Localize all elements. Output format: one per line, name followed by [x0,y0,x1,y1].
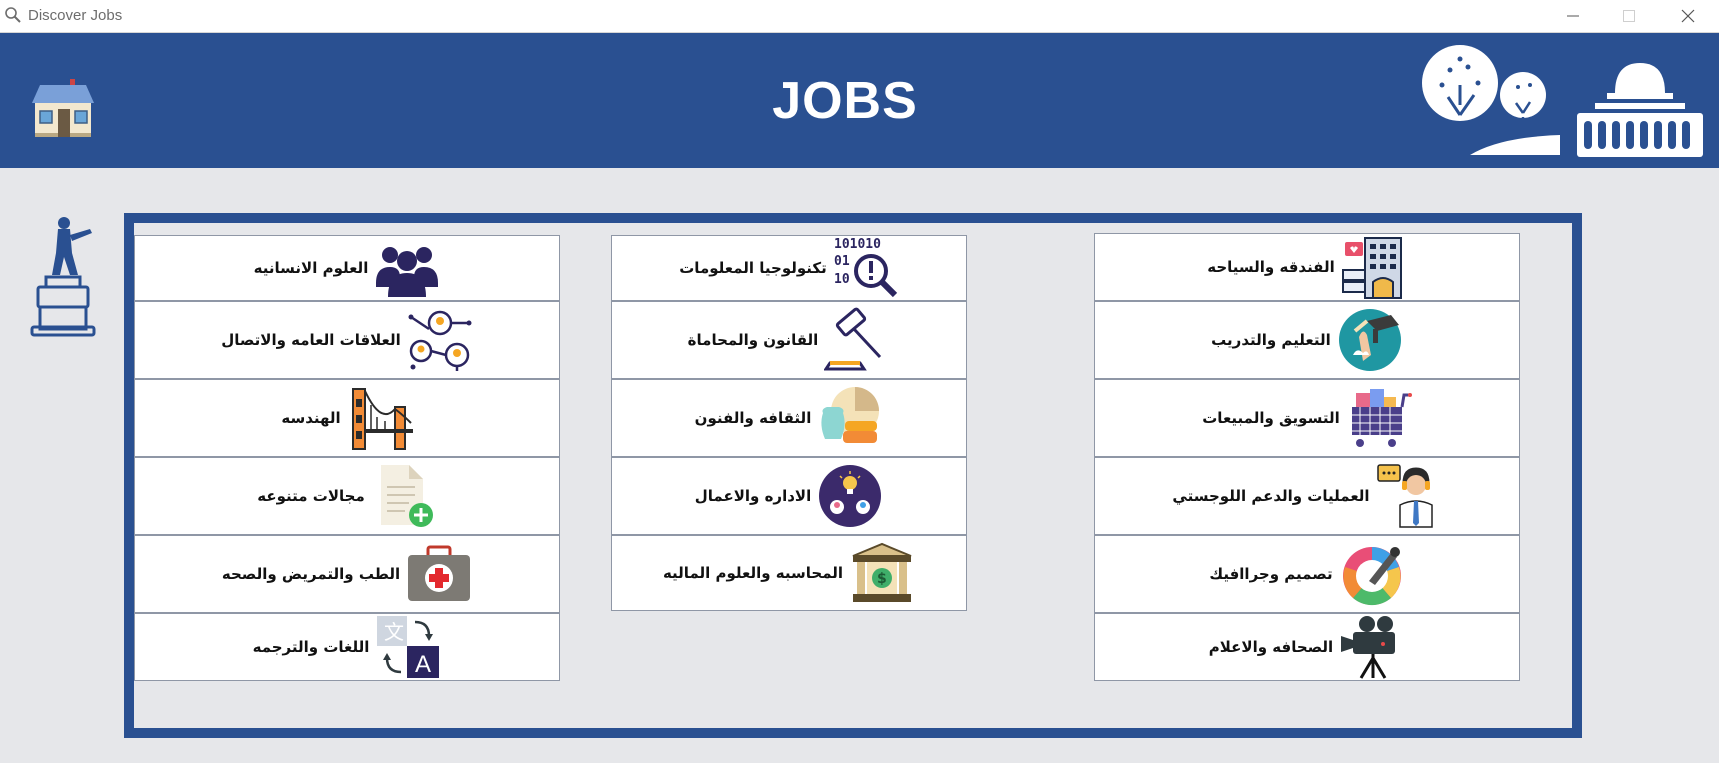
network-people-icon [408,310,472,371]
category-culture-arts[interactable]: الثقافه والفنون [611,379,967,457]
category-engineering[interactable]: الهندسه [134,379,560,457]
category-miscellaneous[interactable]: مجالات متنوعه [134,457,560,535]
first-aid-kit-icon [408,545,471,601]
category-medicine-health[interactable]: الطب والتمريض والصحه [134,535,560,613]
support-agent-icon [1376,464,1433,528]
statue-icon [26,215,98,351]
category-education-training[interactable]: التعليم والتدريب [1094,301,1520,379]
bridge-icon [351,388,413,450]
dome-of-the-rock-icon [1575,57,1705,161]
shopping-cart-icon [1351,389,1412,447]
people-group-icon [376,247,439,297]
category-information-technology[interactable]: تكنولوجيا المعلومات 101010 01 10 [611,235,967,301]
category-operations-logistics[interactable]: العمليات والدعم اللوجستي [1094,457,1520,535]
svg-text:A: A [415,651,431,678]
categories-frame: الفندقه والسياحه التعليم والتدريب التسوي… [124,213,1582,738]
svg-text:101010: 101010 [834,237,881,252]
svg-text:01: 01 [834,254,850,269]
business-idea-icon [819,465,882,527]
close-button[interactable] [1660,0,1716,32]
svg-text:文: 文 [384,620,404,644]
pottery-icon [821,387,880,443]
translate-icon: 文 A [377,616,440,678]
trees-icon [1420,45,1560,159]
category-design-graphics[interactable]: تصميم وجراافيك [1094,535,1520,613]
svg-text:$: $ [877,571,887,587]
color-wheel-icon [1342,547,1401,606]
category-marketing-sales[interactable]: التسويق والمبيعات [1094,379,1520,457]
magnifier-icon [4,6,22,28]
bank-icon: $ [852,542,912,602]
graduation-icon [1338,309,1401,371]
categories-grid: الفندقه والسياحه التعليم والتدريب التسوي… [134,223,1572,728]
category-management-business[interactable]: الاداره والاعمال [611,457,967,535]
category-public-relations[interactable]: العلاقات العامه والاتصال [134,301,560,379]
hotel-icon [1341,237,1402,299]
category-accounting-finance[interactable]: المحاسبه والعلوم الماليه $ [611,535,967,611]
category-law-advocacy[interactable]: القانون والمحاماة [611,301,967,379]
category-journalism-media[interactable]: الصحافه والاعلام [1094,613,1520,681]
maximize-button[interactable] [1601,0,1657,32]
window-titlebar: Discover Jobs [0,0,1719,33]
binary-search-icon: 101010 01 10 [834,237,897,298]
window-title: Discover Jobs [28,7,123,24]
minimize-button[interactable] [1545,0,1601,32]
category-humanities[interactable]: العلوم الانسانيه [134,235,560,301]
svg-text:10: 10 [834,272,850,287]
video-camera-icon [1341,616,1396,679]
category-hotel-tourism[interactable]: الفندقه والسياحه [1094,233,1520,301]
app-header: JOBS [0,33,1719,168]
add-document-icon [380,465,433,527]
gavel-icon [824,307,882,371]
category-languages-translation[interactable]: اللغات والترجمه 文 A [134,613,560,681]
